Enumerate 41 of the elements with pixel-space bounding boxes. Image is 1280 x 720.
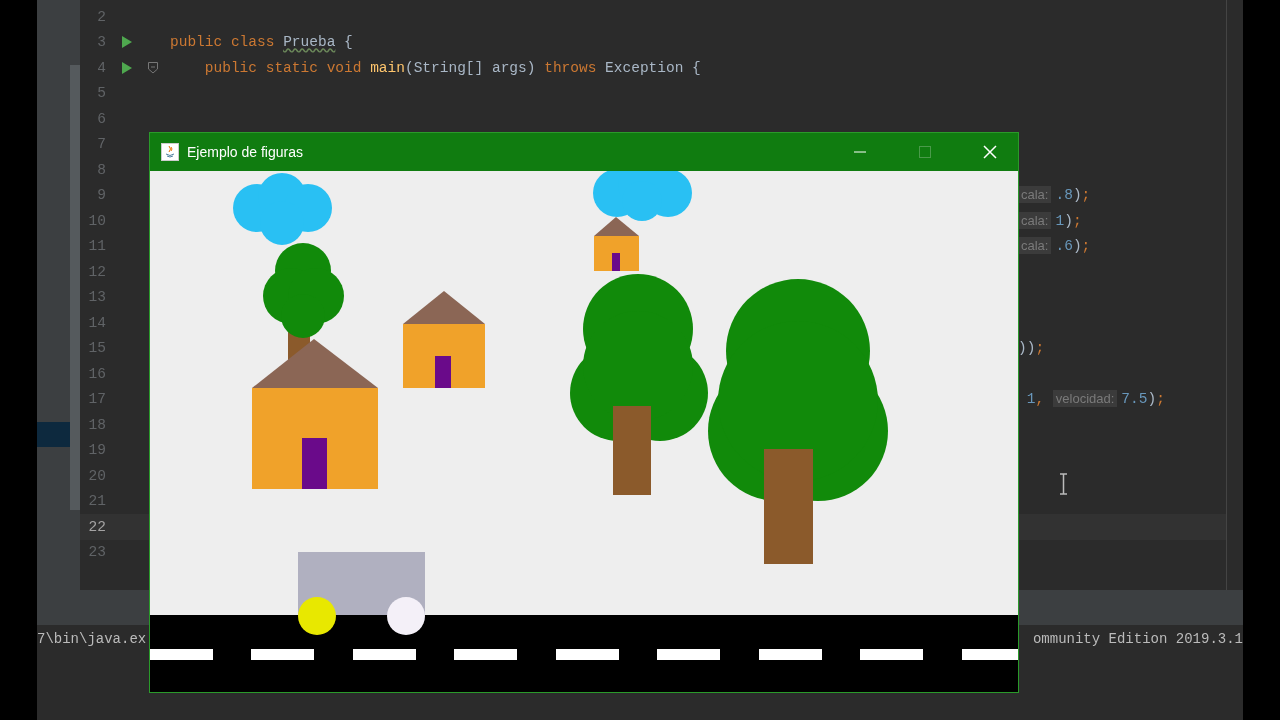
text-cursor-icon [1059, 473, 1068, 495]
line-number: 14 [88, 314, 106, 331]
console-text: 7\bin\java.ex [37, 631, 147, 647]
line-number: 8 [97, 161, 106, 178]
code-line: 1, velocidad: 7.5); [1025, 391, 1165, 408]
maximize-icon [918, 146, 931, 158]
run-icon[interactable] [122, 36, 132, 49]
line-number: 22 [88, 518, 106, 535]
line-number: 2 [97, 8, 106, 25]
line-number: 16 [88, 365, 106, 382]
line-number: 5 [97, 85, 106, 102]
line-number: 21 [88, 493, 106, 510]
house-drawing [594, 217, 639, 271]
scrollbar-thumb[interactable] [70, 65, 80, 510]
code-line: cala: 1); [1018, 212, 1082, 229]
line-number: 7 [97, 136, 106, 153]
code-line: )); [1018, 340, 1045, 357]
line-number: 10 [88, 212, 106, 229]
line-number: 13 [88, 289, 106, 306]
code-line: public static void main(String[] args) throws Exception { [203, 59, 701, 76]
line-number: 18 [88, 416, 106, 433]
code-line: cala: .6); [1018, 238, 1091, 255]
line-number: 3 [97, 34, 106, 51]
close-icon [982, 145, 997, 159]
line-number: 20 [88, 467, 106, 484]
window-title: Ejemplo de figuras [187, 144, 303, 160]
line-number: 9 [97, 187, 106, 204]
code-line: public class Prueba { [170, 34, 353, 51]
code-line: cala: .8); [1018, 187, 1091, 204]
line-number: 4 [97, 59, 106, 76]
console-text: ommunity Edition 2019.3.1 [1032, 631, 1243, 647]
java-icon [161, 143, 179, 161]
fold-icon[interactable] [148, 61, 158, 74]
line-number: 23 [88, 544, 106, 561]
line-number: 12 [88, 263, 106, 280]
line-number: 6 [97, 110, 106, 127]
line-number: 11 [88, 238, 106, 255]
line-number: 19 [88, 442, 106, 459]
line-number: 17 [88, 391, 106, 408]
run-icon[interactable] [122, 61, 132, 74]
line-number: 15 [88, 340, 106, 357]
